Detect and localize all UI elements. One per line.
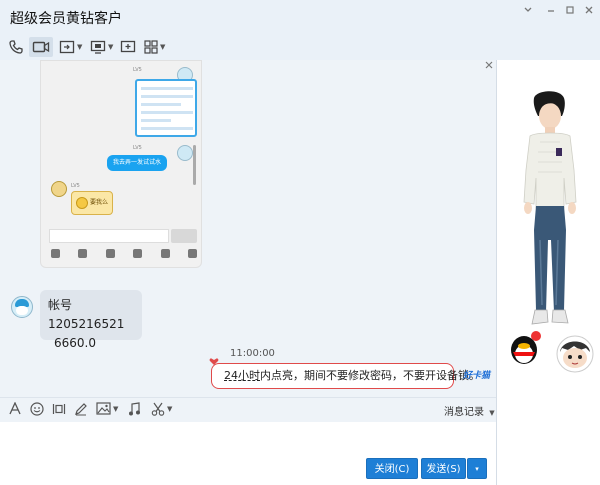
maximize-icon[interactable] (560, 4, 580, 18)
message-bubble[interactable]: 24小时内点亮，期间不要修改密码，不要开设备锁。 (211, 363, 480, 389)
title-bar: 超级会员黄钻客户 (0, 0, 600, 34)
mini-toolbar (51, 249, 197, 261)
level-tag: LV5 (133, 145, 142, 151)
message-timestamp: 11:00:00 (230, 348, 275, 359)
chat-toolbar: ▼ ▼ ▼ (0, 34, 600, 60)
mini-send-button (171, 229, 197, 243)
pen-icon[interactable] (74, 402, 88, 416)
video-clip-icon[interactable] (52, 402, 66, 416)
history-label: 消息记录 (444, 407, 484, 418)
amount-line: 6660.0 (54, 336, 96, 350)
send-button[interactable]: 发送(S) (421, 458, 466, 479)
font-icon[interactable] (9, 402, 21, 415)
phone-icon[interactable] (8, 37, 24, 57)
message-history-link[interactable]: 消息记录 ▼ (444, 403, 495, 418)
send-options-button[interactable]: ▾ (467, 458, 487, 479)
message-text: 内点亮，期间不要修改密码，不要开设备锁。 (260, 369, 480, 382)
input-toolbar: ▼ ▼ 消息记录 ▼ (0, 398, 496, 422)
emoji-icon[interactable] (30, 402, 44, 416)
close-button[interactable]: 关闭(C) (366, 458, 418, 479)
grid-apps-icon[interactable]: ▼ (144, 37, 165, 57)
smiley-icon (76, 197, 88, 209)
sticker-icon (556, 335, 594, 373)
monitor-icon[interactable]: ▼ (90, 37, 113, 57)
music-icon[interactable] (128, 402, 141, 416)
minimize-icon[interactable] (541, 4, 561, 18)
mini-input (49, 229, 169, 243)
image-message[interactable]: LV5 LV5 我去弄一发试试水 LV5 要我么 (40, 60, 202, 268)
highlight-text[interactable]: 24小时 (224, 369, 260, 382)
window-title: 超级会员黄钻客户 (10, 11, 122, 27)
chevron-down-icon: ▼ (489, 409, 495, 417)
pin-icon[interactable] (518, 4, 538, 18)
plus-square-icon[interactable] (120, 37, 136, 57)
chevron-down-icon: ▼ (108, 43, 114, 51)
gift-bubble: 要我么 (71, 191, 113, 215)
image-icon[interactable]: ▼ (96, 402, 118, 415)
account-line: 帐号 1205216521 (48, 298, 125, 331)
chevron-down-icon: ▼ (160, 43, 166, 51)
avatar-show-figure (523, 91, 577, 325)
sender-badge: 好卡猫 (463, 371, 491, 381)
avatar (177, 145, 193, 161)
avatar[interactable] (11, 296, 33, 318)
gift-text: 要我么 (89, 199, 108, 206)
mini-scrollbar (193, 145, 196, 185)
level-tag: LV5 (71, 183, 80, 189)
collapse-icon[interactable] (484, 60, 494, 73)
avatar (51, 181, 67, 197)
message-list[interactable]: LV5 LV5 我去弄一发试试水 LV5 要我么 帐号 1205216521 6… (0, 60, 496, 397)
share-screen-icon[interactable]: ▼ (59, 37, 82, 57)
chevron-down-icon: ▼ (167, 405, 173, 413)
mini-message-bubble: 我去弄一发试试水 (107, 155, 167, 171)
chevron-down-icon: ▼ (113, 404, 119, 413)
message-bubble[interactable]: 帐号 1205216521 6660.0 (40, 290, 142, 350)
video-camera-icon[interactable] (29, 37, 53, 57)
close-icon[interactable] (579, 4, 599, 18)
scissors-icon[interactable]: ▼ (151, 402, 172, 416)
nested-screenshot (135, 79, 197, 137)
chevron-down-icon: ▼ (77, 43, 83, 51)
level-tag: LV5 (133, 67, 142, 73)
qq-penguin-icon (511, 331, 541, 364)
